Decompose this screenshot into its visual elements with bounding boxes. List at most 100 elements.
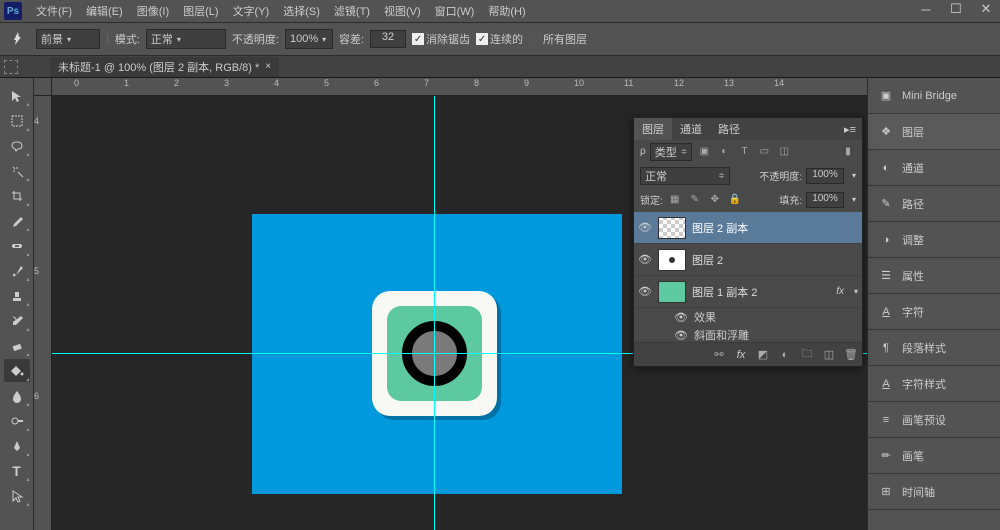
- group-icon[interactable]: 🗀: [800, 348, 814, 362]
- new-layer-icon[interactable]: ◫: [822, 348, 836, 362]
- menu-edit[interactable]: 编辑(E): [80, 1, 129, 21]
- char-icon: A: [878, 304, 894, 320]
- filter-shape-icon[interactable]: ▭: [756, 144, 772, 160]
- layer-row[interactable]: 👁 图层 1 副本 2 fx ▾: [634, 276, 862, 308]
- menu-view[interactable]: 视图(V): [378, 1, 427, 21]
- delete-layer-icon[interactable]: 🗑: [844, 348, 858, 362]
- bucket-tool[interactable]: [4, 359, 30, 382]
- panel-menu-icon[interactable]: ▸≡: [838, 123, 862, 136]
- lock-fill-row: 锁定: ▦ ✎ ✥ 🔒 填充: 100% ▾: [634, 188, 862, 212]
- ruler-horizontal[interactable]: 0 1 2 3 4 5 6 7 8 9 10 11 12 13 14: [52, 78, 867, 96]
- lock-all-icon[interactable]: 🔒: [727, 192, 743, 208]
- pen-tool[interactable]: [4, 434, 30, 457]
- filter-toggle[interactable]: ▮: [840, 144, 856, 160]
- dock-layers[interactable]: ❖图层: [868, 114, 1000, 150]
- fill-source-dropdown[interactable]: 前景▾: [36, 29, 100, 49]
- crop-tool[interactable]: [4, 184, 30, 207]
- lasso-tool[interactable]: [4, 134, 30, 157]
- menu-file[interactable]: 文件(F): [30, 1, 78, 21]
- all-layers-checkbox[interactable]: 所有图层: [529, 31, 587, 47]
- history-brush-tool[interactable]: [4, 309, 30, 332]
- dock-char[interactable]: A字符: [868, 294, 1000, 330]
- blend-mode-dropdown[interactable]: 正常 ≑: [640, 167, 730, 185]
- effect-bevel-row[interactable]: 👁斜面和浮雕: [634, 326, 862, 342]
- link-layers-icon[interactable]: ⚯: [712, 348, 726, 362]
- tab-paths[interactable]: 路径: [710, 118, 748, 140]
- close-tab-icon[interactable]: ×: [265, 61, 271, 72]
- blur-tool[interactable]: [4, 384, 30, 407]
- menu-layer[interactable]: 图层(L): [177, 1, 224, 21]
- contiguous-checkbox[interactable]: ✓连续的: [476, 31, 523, 47]
- layer-thumb: [658, 217, 686, 239]
- layer-row[interactable]: 👁 图层 2 副本: [634, 212, 862, 244]
- layer-opacity-input[interactable]: 100%: [806, 168, 844, 184]
- visibility-icon[interactable]: 👁: [638, 221, 652, 235]
- lock-paint-icon[interactable]: ✎: [687, 192, 703, 208]
- filter-type-icon[interactable]: T: [736, 144, 752, 160]
- visibility-icon[interactable]: 👁: [638, 285, 652, 299]
- antialias-checkbox[interactable]: ✓消除锯齿: [412, 31, 470, 47]
- filter-pixel-icon[interactable]: ▣: [696, 144, 712, 160]
- type-tool[interactable]: T: [4, 459, 30, 482]
- wand-tool[interactable]: [4, 159, 30, 182]
- mask-icon[interactable]: ◩: [756, 348, 770, 362]
- fill-input[interactable]: 100%: [806, 192, 844, 208]
- dodge-tool[interactable]: [4, 409, 30, 432]
- adjustment-icon[interactable]: ◐: [778, 348, 792, 362]
- eyedropper-tool[interactable]: [4, 209, 30, 232]
- app-logo: Ps: [4, 2, 22, 20]
- dock-brush[interactable]: ✏画笔: [868, 438, 1000, 474]
- fx-toggle-icon[interactable]: ▾: [854, 287, 858, 296]
- dock-para-style[interactable]: ¶段落样式: [868, 330, 1000, 366]
- layer-row[interactable]: 👁 图层 2: [634, 244, 862, 276]
- eraser-tool[interactable]: [4, 334, 30, 357]
- mode-dropdown[interactable]: 正常▾: [146, 29, 226, 49]
- path-select-tool[interactable]: [4, 484, 30, 507]
- dock-adjust[interactable]: ◑调整: [868, 222, 1000, 258]
- tolerance-input[interactable]: 32: [370, 30, 406, 48]
- tab-layers[interactable]: 图层: [634, 118, 672, 140]
- kind-dropdown[interactable]: 类型 ≑: [650, 143, 693, 161]
- lock-transparency-icon[interactable]: ▦: [667, 192, 683, 208]
- opacity-input[interactable]: 100%▾: [285, 29, 333, 49]
- layers-panel[interactable]: 图层 通道 路径 ▸≡ ρ 类型 ≑ ▣ ◐ T ▭ ◫ ▮ 正常 ≑ 不透明度…: [633, 117, 863, 367]
- dock-paths[interactable]: ✎路径: [868, 186, 1000, 222]
- stamp-tool[interactable]: [4, 284, 30, 307]
- heal-tool[interactable]: [4, 234, 30, 257]
- filter-adjust-icon[interactable]: ◐: [716, 144, 732, 160]
- move-tool[interactable]: [4, 84, 30, 107]
- menu-select[interactable]: 选择(S): [277, 1, 326, 21]
- menu-help[interactable]: 帮助(H): [482, 1, 531, 21]
- visibility-icon[interactable]: 👁: [638, 253, 652, 267]
- maximize-button[interactable]: ☐: [948, 2, 964, 16]
- close-button[interactable]: ✕: [978, 2, 994, 16]
- dock-brush-preset[interactable]: ≡画笔预设: [868, 402, 1000, 438]
- dock-timeline[interactable]: ⊞时间轴: [868, 474, 1000, 510]
- effects-row[interactable]: 👁效果: [634, 308, 862, 326]
- layers-bottom-bar: ⚯ fx ◩ ◐ 🗀 ◫ 🗑: [634, 342, 862, 366]
- dock-props[interactable]: ☰属性: [868, 258, 1000, 294]
- tab-channels[interactable]: 通道: [672, 118, 710, 140]
- menu-window[interactable]: 窗口(W): [429, 1, 481, 21]
- tool-preset-icon[interactable]: [6, 27, 30, 51]
- dock-char-style[interactable]: A字符样式: [868, 366, 1000, 402]
- brush-tool[interactable]: [4, 259, 30, 282]
- menu-image[interactable]: 图像(I): [131, 1, 175, 21]
- menubar: 文件(F) 编辑(E) 图像(I) 图层(L) 文字(Y) 选择(S) 滤镜(T…: [30, 1, 532, 21]
- filter-smart-icon[interactable]: ◫: [776, 144, 792, 160]
- minimize-button[interactable]: ─: [918, 2, 934, 16]
- dock-mini-bridge[interactable]: ▣Mini Bridge: [868, 78, 1000, 114]
- document-tab[interactable]: 未标题-1 @ 100% (图层 2 副本, RGB/8) *×: [50, 57, 279, 77]
- opacity-label: 不透明度:: [232, 31, 279, 47]
- paths-icon: ✎: [878, 196, 894, 212]
- menu-type[interactable]: 文字(Y): [227, 1, 276, 21]
- fx-icon[interactable]: fx: [734, 348, 748, 362]
- lock-position-icon[interactable]: ✥: [707, 192, 723, 208]
- dock-channels[interactable]: ◐通道: [868, 150, 1000, 186]
- char-style-icon: A: [878, 376, 894, 392]
- fx-badge[interactable]: fx: [836, 286, 844, 297]
- guide-vertical[interactable]: [434, 96, 435, 530]
- ruler-vertical[interactable]: 4 5 6: [34, 96, 52, 530]
- menu-filter[interactable]: 滤镜(T): [328, 1, 376, 21]
- marquee-tool[interactable]: [4, 109, 30, 132]
